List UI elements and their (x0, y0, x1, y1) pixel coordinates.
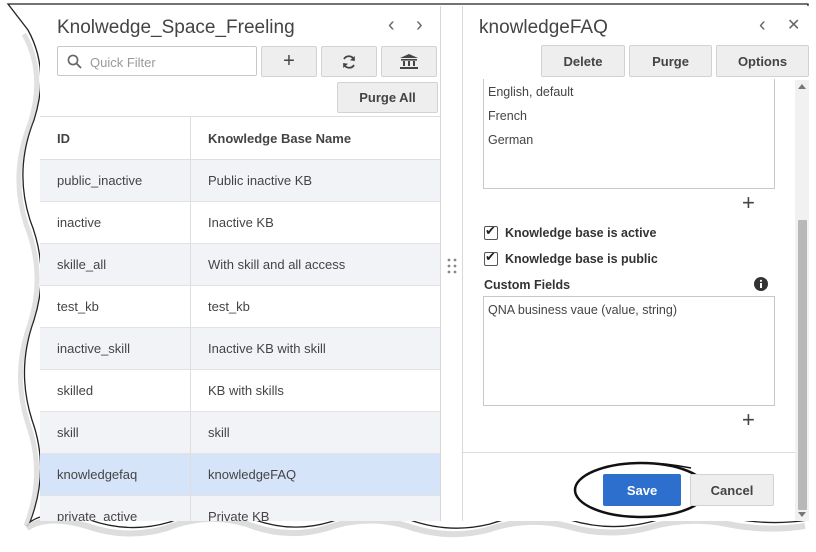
check-icon: ✔ (485, 249, 496, 264)
cell-id: private_active (40, 495, 191, 521)
cell-id: knowledgefaq (40, 453, 191, 496)
custom-fields-list[interactable]: QNA business vaue (value, string) (483, 296, 775, 406)
knowledge-base-table: ID Knowledge Base Name public_inactive Pu… (40, 116, 440, 521)
active-checkbox-label: Knowledge base is active (505, 226, 657, 240)
scroll-down-icon[interactable] (798, 512, 806, 517)
list-item[interactable]: French (484, 104, 774, 128)
cell-name: Public inactive KB (190, 159, 440, 202)
cell-id: inactive_skill (40, 327, 191, 370)
table-row[interactable]: inactive_skill Inactive KB with skill (40, 327, 440, 370)
knowledge-base-list-panel: Knolwedge_Space_Freeling ‹ › + Purge All (40, 6, 441, 521)
scroll-up-icon[interactable] (798, 84, 806, 89)
custom-fields-label: Custom Fields (484, 278, 571, 292)
active-checkbox[interactable]: ✔ Knowledge base is active (484, 223, 657, 240)
cell-id: skille_all (40, 243, 191, 286)
refresh-icon (343, 54, 355, 69)
detail-panel-title: knowledgeFAQ (479, 17, 608, 38)
table-row[interactable]: skill skill (40, 411, 440, 454)
scrollbar[interactable] (795, 80, 809, 521)
footer-divider (463, 452, 795, 453)
checkbox-box[interactable]: ✔ (484, 223, 498, 240)
cell-name: skill (190, 411, 440, 454)
languages-list[interactable]: English, default French German (483, 79, 775, 189)
cell-name: test_kb (190, 285, 440, 328)
left-panel-title: Knolwedge_Space_Freeling (57, 17, 295, 38)
cell-name: KB with skills (190, 369, 440, 412)
table-row[interactable]: public_inactive Public inactive KB (40, 159, 440, 202)
public-checkbox-label: Knowledge base is public (505, 252, 658, 266)
add-language-icon[interactable]: + (742, 190, 755, 216)
cancel-button[interactable]: Cancel (690, 474, 774, 506)
add-custom-field-icon[interactable]: + (742, 407, 755, 433)
list-item[interactable]: German (484, 128, 774, 152)
scrollbar-thumb[interactable] (798, 220, 807, 510)
cell-id: skill (40, 411, 191, 454)
info-icon[interactable] (754, 277, 768, 291)
list-item[interactable]: English, default (484, 80, 774, 104)
table-row-selected[interactable]: knowledgefaq knowledgeFAQ (40, 453, 440, 496)
table-row[interactable]: private_active Private KB (40, 495, 440, 521)
list-item[interactable]: QNA business vaue (value, string) (484, 298, 774, 322)
table-row[interactable]: skilled KB with skills (40, 369, 440, 412)
delete-button[interactable]: Delete (541, 45, 625, 77)
checkbox-box[interactable]: ✔ (484, 249, 498, 266)
chevron-right-icon[interactable]: › (416, 14, 423, 37)
table-row[interactable]: test_kb test_kb (40, 285, 440, 328)
cell-id: skilled (40, 369, 191, 412)
drag-handle-icon (447, 258, 457, 274)
cell-name: knowledgeFAQ (190, 453, 440, 496)
close-icon[interactable]: ✕ (787, 15, 800, 35)
knowledge-base-detail-panel: knowledgeFAQ ‹ ✕ Delete Purge Options En… (462, 6, 811, 521)
institution-icon (400, 54, 418, 69)
cell-id: public_inactive (40, 159, 191, 202)
column-header-id[interactable]: ID (40, 116, 191, 160)
cell-name: Inactive KB (190, 201, 440, 244)
public-checkbox[interactable]: ✔ Knowledge base is public (484, 249, 658, 266)
refresh-button[interactable] (321, 46, 377, 77)
cell-name: Private KB (190, 495, 440, 521)
cell-id: inactive (40, 201, 191, 244)
cell-name: With skill and all access (190, 243, 440, 286)
table-header-row: ID Knowledge Base Name (40, 116, 440, 160)
plus-icon: + (283, 50, 295, 72)
table-row[interactable]: inactive Inactive KB (40, 201, 440, 244)
table-row[interactable]: skille_all With skill and all access (40, 243, 440, 286)
purge-button[interactable]: Purge (629, 45, 712, 77)
purge-all-button[interactable]: Purge All (337, 82, 438, 113)
chevron-left-icon[interactable]: ‹ (759, 14, 766, 37)
panel-resize-handle[interactable] (447, 258, 457, 274)
add-button[interactable]: + (261, 46, 317, 77)
search-icon (67, 54, 82, 69)
column-header-name[interactable]: Knowledge Base Name (190, 116, 440, 160)
check-icon: ✔ (485, 223, 496, 238)
chevron-left-icon[interactable]: ‹ (388, 14, 395, 37)
quick-filter-input[interactable] (88, 47, 272, 77)
knowledge-base-button[interactable] (381, 46, 437, 77)
quick-filter-field[interactable] (57, 46, 272, 77)
cell-id: test_kb (40, 285, 191, 328)
options-button[interactable]: Options (716, 45, 809, 77)
cell-name: Inactive KB with skill (190, 327, 440, 370)
